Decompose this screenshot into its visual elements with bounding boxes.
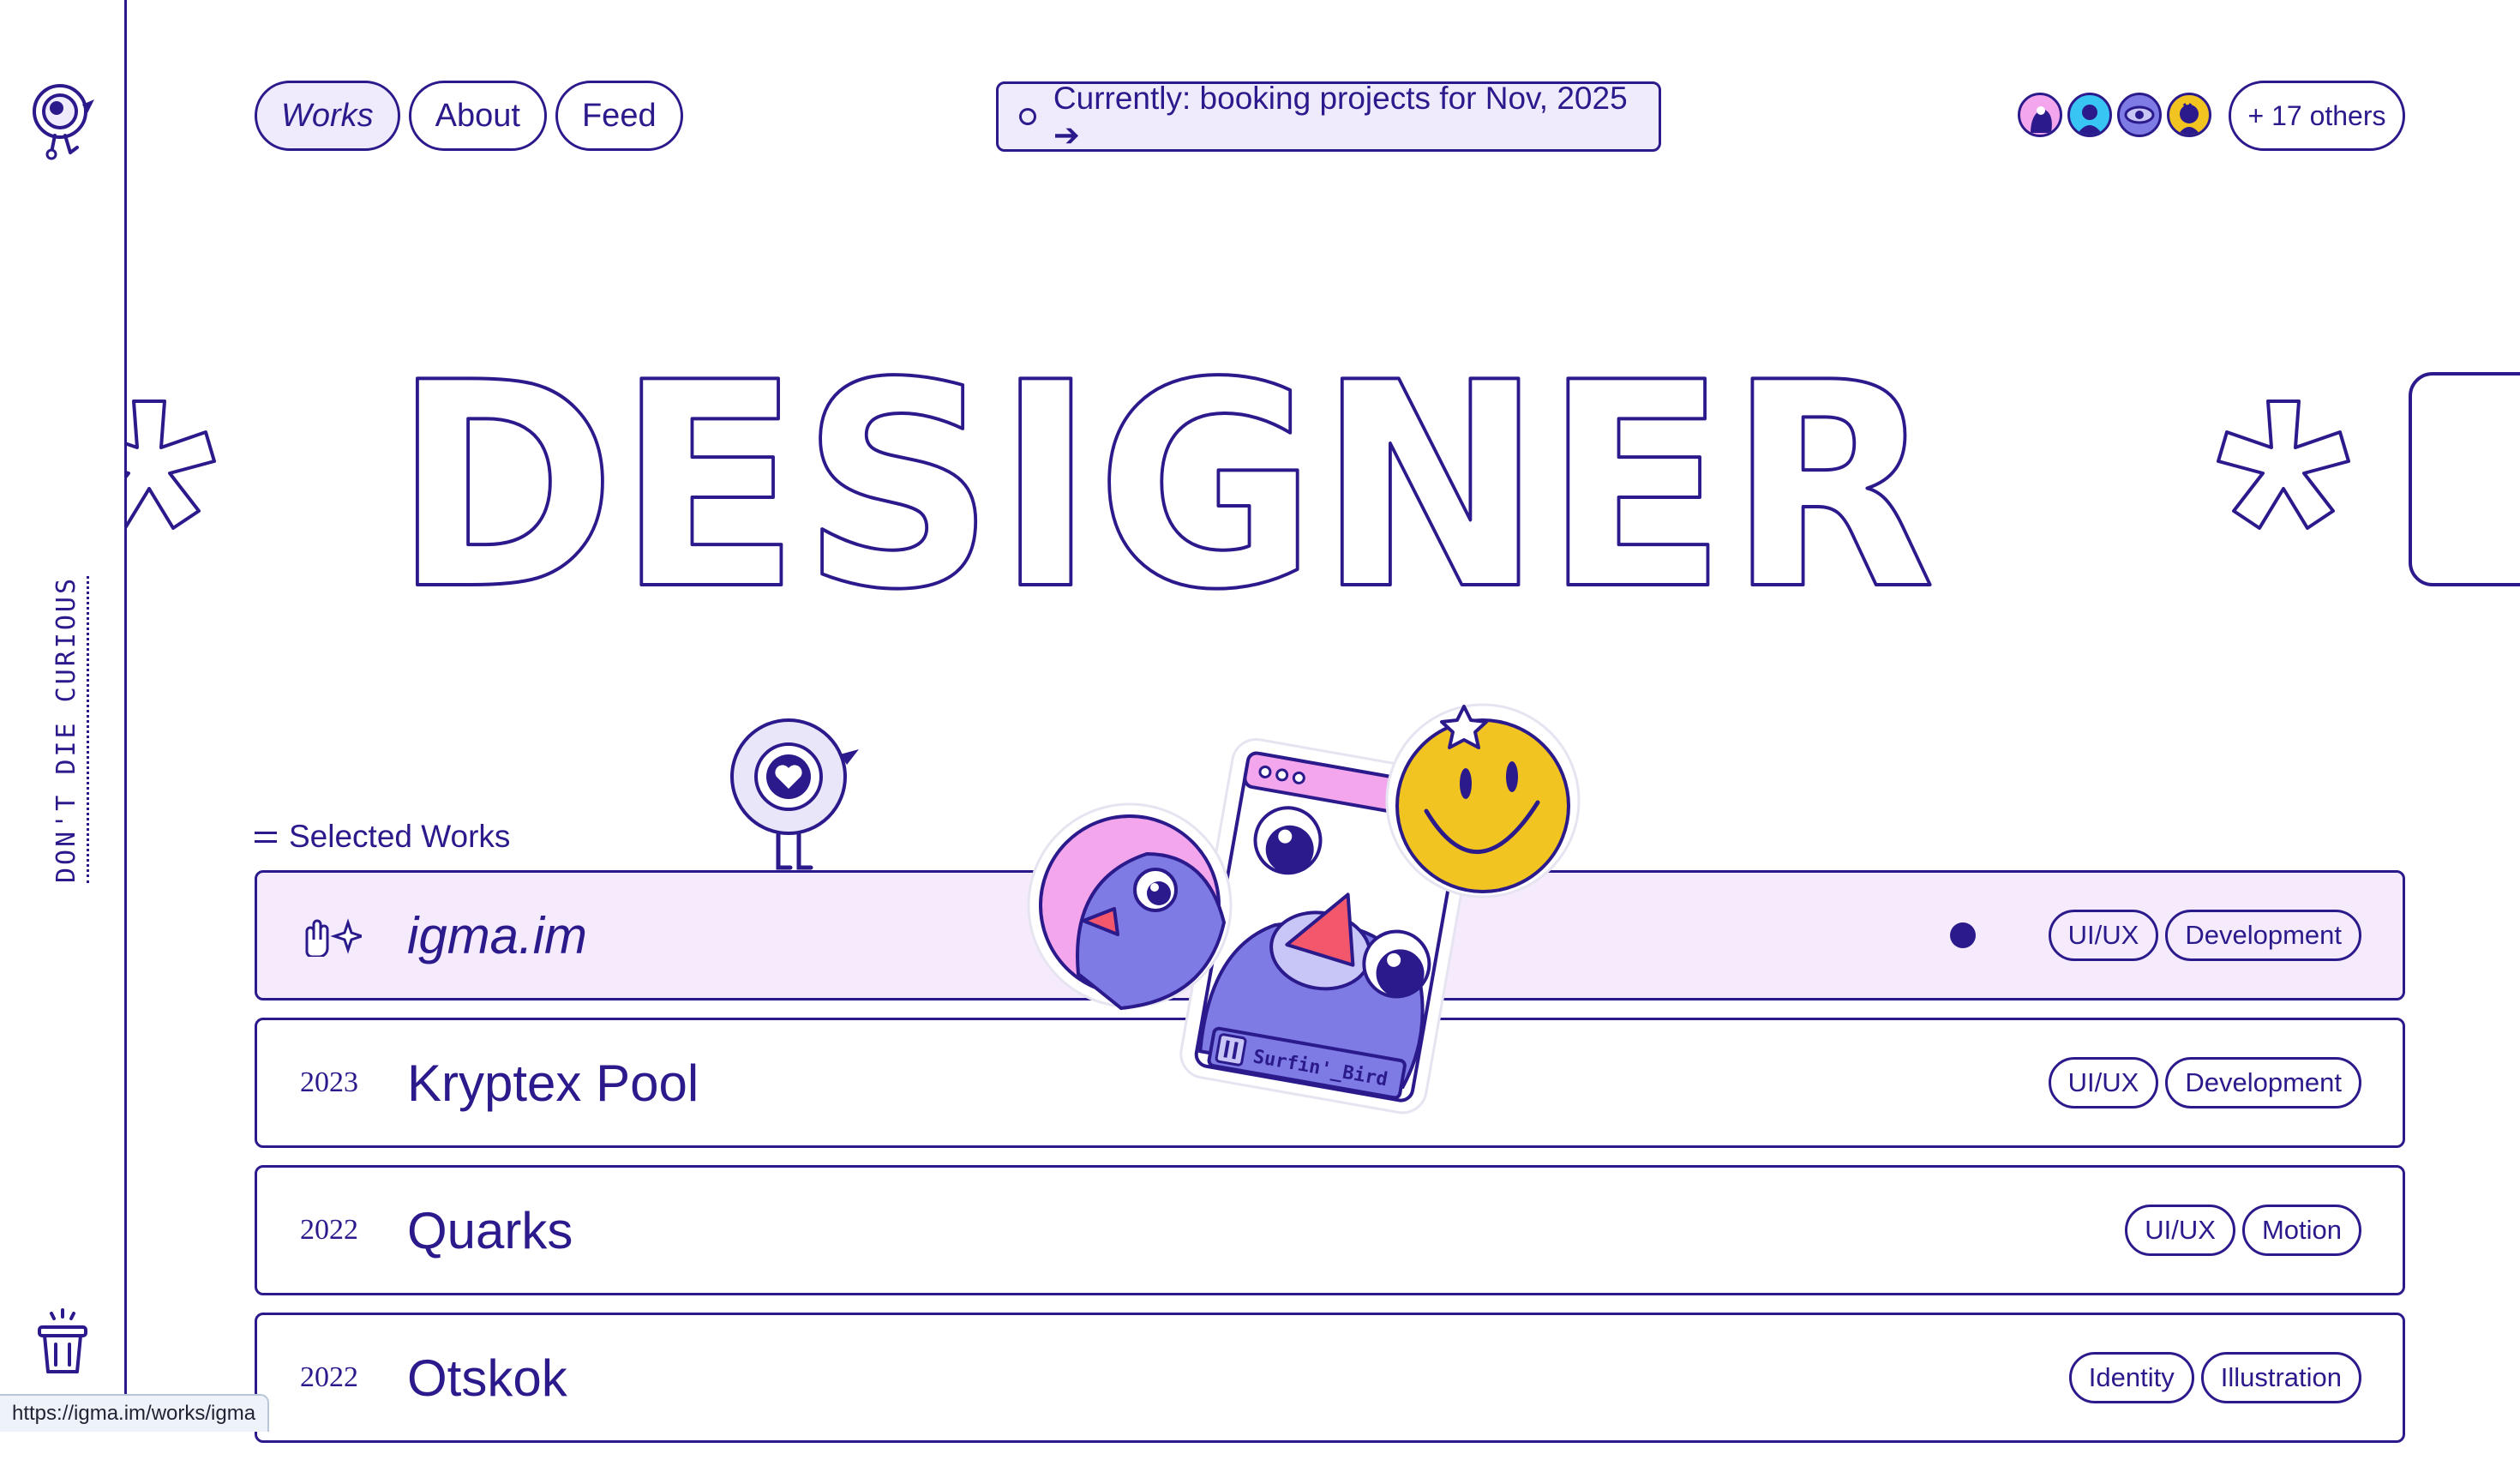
tag-chip[interactable]: Identity — [2068, 1352, 2194, 1403]
selected-works-header: Selected Works — [255, 819, 510, 855]
work-year: 2023 — [300, 1066, 358, 1098]
nav-feed[interactable]: Feed — [555, 81, 683, 151]
work-row-quarks[interactable]: 2022 Quarks UI/UX Motion — [255, 1165, 2405, 1295]
hand-sparkle-icon — [305, 918, 362, 957]
work-title: Otskok — [407, 1349, 567, 1407]
equals-icon — [255, 831, 277, 843]
work-tags: UI/UX Development — [2048, 910, 2361, 961]
tag-chip[interactable]: Development — [2165, 1057, 2361, 1109]
avatar-bird-pink-icon[interactable] — [2018, 93, 2062, 137]
work-tags: UI/UX Development — [2048, 1057, 2361, 1109]
link-status-bar: https://igma.im/works/igma — [0, 1394, 270, 1432]
tag-chip[interactable]: UI/UX — [2048, 1057, 2159, 1109]
avatar-bird-yellow-icon[interactable] — [2167, 93, 2211, 137]
left-rail: Don't die curious — [0, 0, 127, 1430]
work-year: 2022 — [300, 1214, 358, 1246]
visitor-avatars — [2018, 93, 2211, 137]
nav-about[interactable]: About — [408, 81, 547, 151]
avatar-bird-blue-icon[interactable] — [2067, 93, 2112, 137]
cursor-dot — [1950, 922, 1976, 948]
availability-text: Currently: booking projects for Nov, 202… — [1053, 80, 1628, 153]
tag-chip[interactable]: Development — [2165, 910, 2361, 961]
section-title: Selected Works — [289, 819, 511, 854]
hero-marquee: DESIGNER — [127, 360, 2520, 600]
asterisk-icon — [127, 400, 216, 530]
eye-bird-logo-icon[interactable] — [26, 79, 98, 161]
availability-status[interactable]: Currently: booking projects for Nov, 202… — [996, 80, 1661, 153]
hero-marquee-svg: DESIGNER — [127, 360, 2520, 600]
nav-works[interactable]: Works — [255, 81, 400, 151]
tag-chip[interactable]: UI/UX — [2048, 910, 2159, 961]
tag-chip[interactable]: UI/UX — [2125, 1205, 2235, 1256]
tag-chip[interactable]: Illustration — [2200, 1352, 2361, 1403]
work-title: Kryptex Pool — [407, 1054, 699, 1112]
work-title: Quarks — [407, 1201, 573, 1259]
hover-sticker-group: Surfin'_Bird — [1027, 703, 1581, 1115]
trash-icon[interactable] — [34, 1308, 91, 1377]
work-year: 2022 — [300, 1361, 358, 1393]
main-nav: Works About Feed — [255, 81, 683, 151]
work-title: igma.im — [407, 906, 588, 964]
avatar-eye-icon[interactable] — [2117, 93, 2162, 137]
tagline-vertical: Don't die curious — [51, 575, 89, 883]
hero-next-letter — [2409, 372, 2520, 586]
status-dot-icon — [1019, 108, 1036, 125]
hero-word: DESIGNER — [393, 360, 1935, 600]
heart-mascot-icon — [730, 718, 859, 870]
asterisk-icon — [2217, 400, 2350, 530]
work-tags: Identity Illustration — [2068, 1352, 2361, 1403]
others-count-button[interactable]: + 17 others — [2229, 81, 2405, 151]
work-row-otskok[interactable]: 2022 Otskok Identity Illustration — [255, 1313, 2405, 1443]
work-tags: UI/UX Motion — [2125, 1205, 2361, 1256]
tag-chip[interactable]: Motion — [2241, 1205, 2361, 1256]
